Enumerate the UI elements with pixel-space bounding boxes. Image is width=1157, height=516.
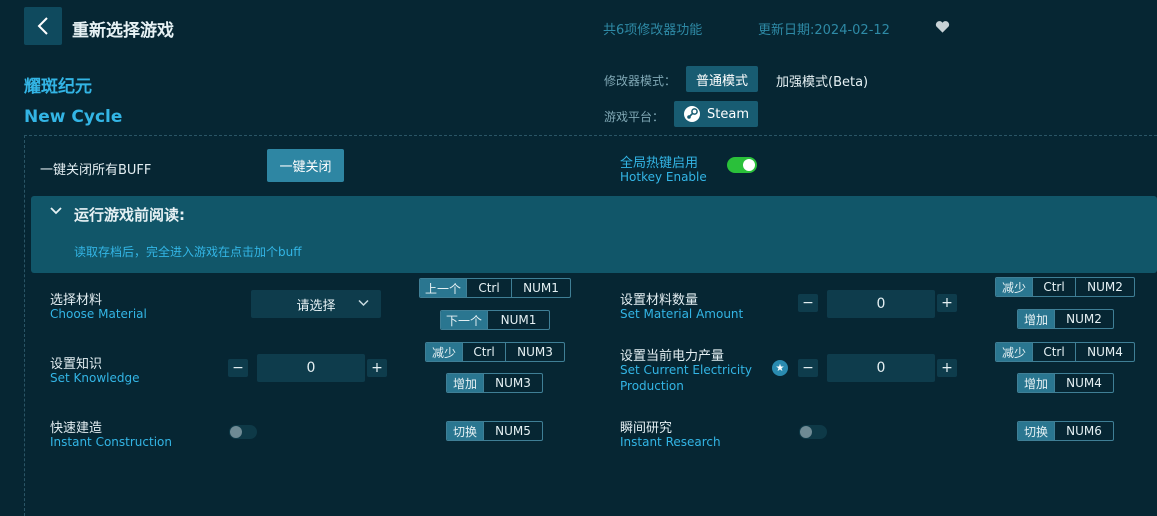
game-name-en: New Cycle <box>24 107 123 127</box>
hotkey-enable-label-cn: 全局热键启用 <box>620 156 699 171</box>
chevron-left-icon <box>37 17 48 35</box>
read-before-play-notice <box>31 196 1157 273</box>
hotkey-tag: 切换 <box>447 422 483 440</box>
instant-research-toggle[interactable] <box>799 425 827 439</box>
enhanced-mode-button[interactable]: 加强模式(Beta) <box>776 71 868 90</box>
hotkey-key: NUM1 <box>511 279 570 297</box>
knowledge-decrease-hotkey[interactable]: 减少 Ctrl NUM3 <box>425 342 565 362</box>
hotkey-modifier: Ctrl <box>466 279 511 297</box>
normal-mode-button[interactable]: 普通模式 <box>686 66 758 92</box>
hotkey-modifier: Ctrl <box>1032 278 1075 296</box>
steam-icon <box>684 106 700 122</box>
material-amount-label-en: Set Material Amount <box>620 307 744 321</box>
notice-title: 运行游戏前阅读: <box>74 206 185 224</box>
platform-label: 游戏平台： <box>604 110 665 124</box>
hotkey-key: NUM5 <box>483 422 542 440</box>
electricity-input[interactable]: 0 <box>827 354 935 382</box>
electricity-label-en-line1: Set Current Electricity <box>620 363 753 377</box>
choose-material-label-en: Choose Material <box>50 307 147 321</box>
hotkey-key: NUM4 <box>1054 374 1113 392</box>
hotkey-key: NUM2 <box>1054 310 1113 328</box>
page-title: 重新选择游戏 <box>72 21 174 41</box>
hotkey-tag: 减少 <box>996 343 1032 361</box>
material-amount-decrease-hotkey[interactable]: 减少 Ctrl NUM2 <box>995 277 1135 297</box>
electricity-increase-button[interactable]: + <box>937 359 957 377</box>
hotkey-tag: 减少 <box>426 343 462 361</box>
close-all-buff-label: 一键关闭所有BUFF <box>40 163 152 178</box>
hotkey-enable-toggle[interactable] <box>727 157 757 173</box>
close-all-button[interactable]: 一键关闭 <box>267 149 344 182</box>
hotkey-modifier: Ctrl <box>1032 343 1075 361</box>
material-amount-input[interactable]: 0 <box>827 290 935 318</box>
knowledge-increase-hotkey[interactable]: 增加 NUM3 <box>446 373 543 393</box>
material-amount-increase-button[interactable]: + <box>937 294 957 312</box>
feature-count: 共6项修改器功能 <box>603 23 703 38</box>
instant-research-hotkey[interactable]: 切换 NUM6 <box>1017 421 1114 441</box>
feature-panel <box>24 135 1157 516</box>
instant-construction-label-en: Instant Construction <box>50 435 172 449</box>
hotkey-tag: 增加 <box>1018 374 1054 392</box>
material-prev-hotkey[interactable]: 上一个 Ctrl NUM1 <box>419 278 571 298</box>
hotkey-key: NUM6 <box>1054 422 1113 440</box>
chevron-down-icon <box>358 297 369 310</box>
star-icon[interactable]: ★ <box>772 360 788 376</box>
update-date: 更新日期:2024-02-12 <box>758 23 890 38</box>
hotkey-tag: 增加 <box>1018 310 1054 328</box>
knowledge-increase-button[interactable]: + <box>367 359 387 377</box>
hotkey-key: NUM4 <box>1075 343 1134 361</box>
knowledge-decrease-button[interactable]: − <box>228 359 248 377</box>
electricity-decrease-button[interactable]: − <box>798 359 818 377</box>
electricity-increase-hotkey[interactable]: 增加 NUM4 <box>1017 373 1114 393</box>
material-next-hotkey[interactable]: 下一个 NUM1 <box>440 310 550 330</box>
instant-research-label-en: Instant Research <box>620 435 721 449</box>
material-select-value: 请选择 <box>296 298 336 314</box>
knowledge-label-en: Set Knowledge <box>50 371 140 385</box>
hotkey-key: NUM3 <box>483 374 542 392</box>
game-name-cn: 耀斑纪元 <box>24 77 92 97</box>
hotkey-key: NUM1 <box>487 311 549 329</box>
hotkey-modifier: Ctrl <box>462 343 505 361</box>
electricity-decrease-hotkey[interactable]: 减少 Ctrl NUM4 <box>995 342 1135 362</box>
instant-construction-hotkey[interactable]: 切换 NUM5 <box>446 421 543 441</box>
hotkey-key: NUM3 <box>505 343 564 361</box>
hotkey-key: NUM2 <box>1075 278 1134 296</box>
notice-text: 读取存档后，完全进入游戏在点击加个buff <box>74 245 302 259</box>
chevron-down-icon[interactable] <box>50 205 62 220</box>
hotkey-tag: 下一个 <box>441 311 487 329</box>
hotkey-enable-label-en: Hotkey Enable <box>620 170 707 184</box>
hotkey-tag: 减少 <box>996 278 1032 296</box>
hotkey-tag: 增加 <box>447 374 483 392</box>
hotkey-tag: 上一个 <box>420 279 466 297</box>
platform-name: Steam <box>707 106 749 122</box>
material-amount-decrease-button[interactable]: − <box>798 294 818 312</box>
knowledge-input[interactable]: 0 <box>257 354 365 382</box>
mode-label: 修改器模式： <box>604 74 677 88</box>
material-select[interactable]: 请选择 <box>251 290 381 318</box>
hotkey-tag: 切换 <box>1018 422 1054 440</box>
electricity-label-en-line2: Production <box>620 379 684 393</box>
back-button[interactable] <box>24 7 62 45</box>
instant-construction-toggle[interactable] <box>229 425 257 439</box>
platform-steam-badge[interactable]: Steam <box>674 101 758 127</box>
favorite-heart-icon[interactable] <box>935 19 950 38</box>
material-amount-increase-hotkey[interactable]: 增加 NUM2 <box>1017 309 1114 329</box>
